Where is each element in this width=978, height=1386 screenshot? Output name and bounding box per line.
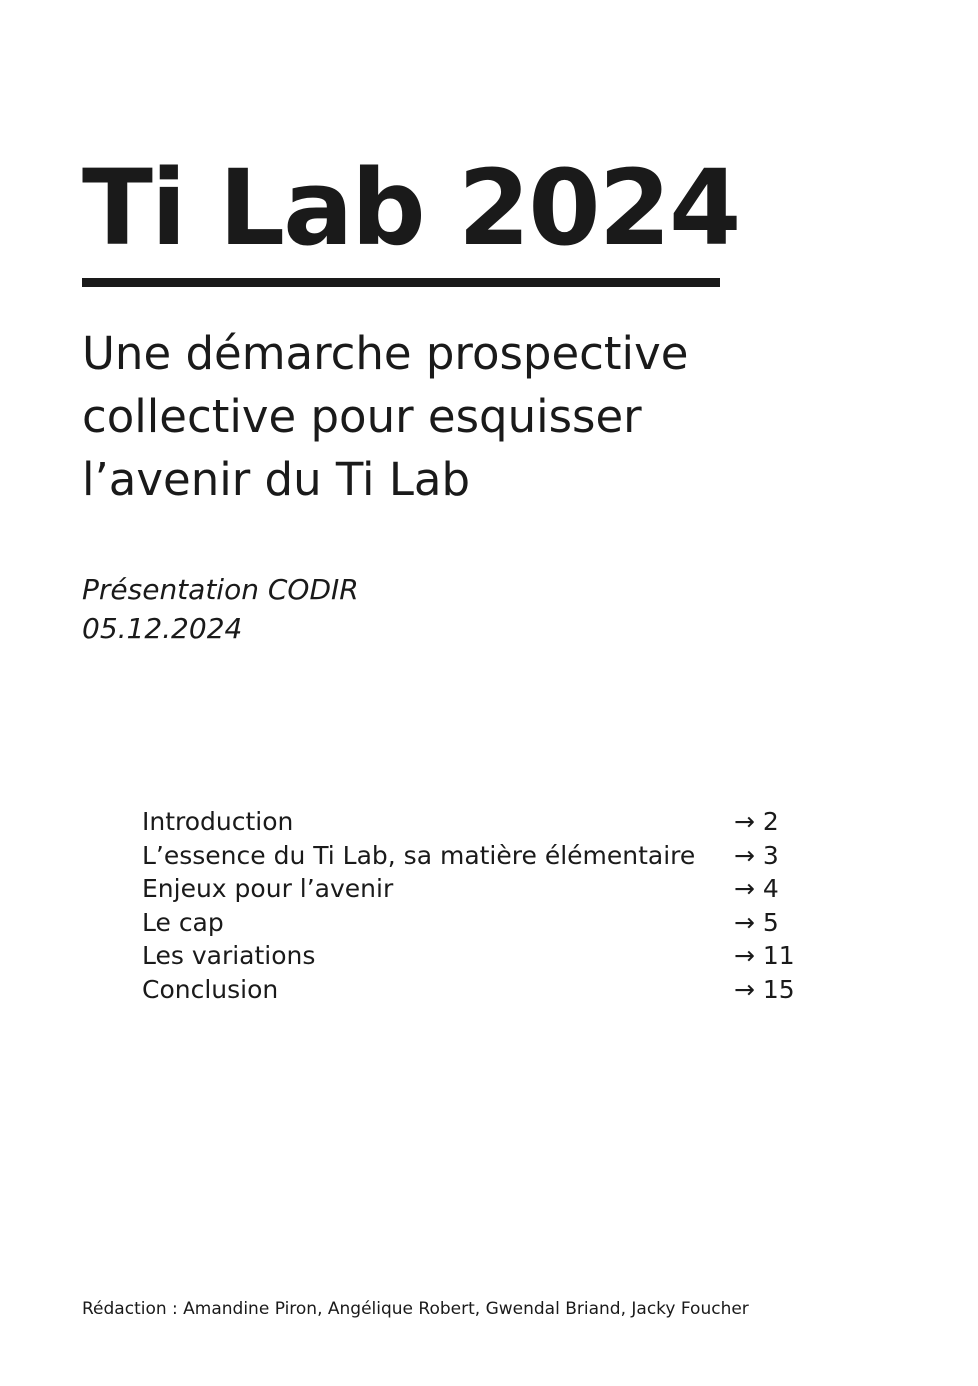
subtitle-line: l’avenir du Ti Lab — [82, 453, 471, 506]
toc-entry-page: → 5 — [734, 907, 779, 937]
toc-entry-label: Conclusion — [142, 974, 279, 1004]
toc-entry-label: L’essence du Ti Lab, sa matière élémenta… — [142, 840, 696, 870]
document-page: Ti Lab 2024 Une démarche prospective col… — [0, 0, 978, 1386]
toc-entry-label: Introduction — [142, 807, 294, 836]
subtitle-line: collective pour esquisser — [82, 390, 642, 443]
presentation-date: 05.12.2024 — [82, 612, 243, 645]
table-of-contents: Introduction → 2 L’essence du Ti Lab, sa… — [142, 805, 822, 1007]
toc-entry[interactable]: Enjeux pour l’avenir → 4 — [142, 872, 822, 906]
toc-entry[interactable]: Les variations → 11 — [142, 939, 822, 973]
toc-entry[interactable]: Conclusion → 15 — [142, 973, 822, 1007]
presentation-label: Présentation CODIR — [82, 573, 359, 606]
title-underline — [82, 278, 720, 287]
toc-entry-page: → 15 — [734, 974, 795, 1004]
presentation-meta: Présentation CODIR 05.12.2024 — [82, 570, 359, 648]
document-title: Ti Lab 2024 — [82, 147, 741, 269]
toc-entry-page: → 2 — [734, 807, 779, 836]
subtitle-line: Une démarche prospective — [82, 327, 689, 380]
toc-entry[interactable]: L’essence du Ti Lab, sa matière élémenta… — [142, 839, 822, 873]
toc-entry-label: Les variations — [142, 941, 316, 971]
toc-entry-label: Enjeux pour l’avenir — [142, 874, 394, 904]
toc-entry-page: → 3 — [734, 840, 779, 870]
toc-entry[interactable]: Introduction → 2 — [142, 805, 822, 839]
toc-entry-page: → 11 — [734, 941, 795, 971]
toc-entry[interactable]: Le cap → 5 — [142, 906, 822, 940]
toc-entry-page: → 4 — [734, 874, 779, 904]
document-subtitle: Une démarche prospective collective pour… — [82, 322, 802, 511]
toc-entry-label: Le cap — [142, 907, 224, 937]
credits-line: Rédaction : Amandine Piron, Angélique Ro… — [82, 1299, 749, 1319]
